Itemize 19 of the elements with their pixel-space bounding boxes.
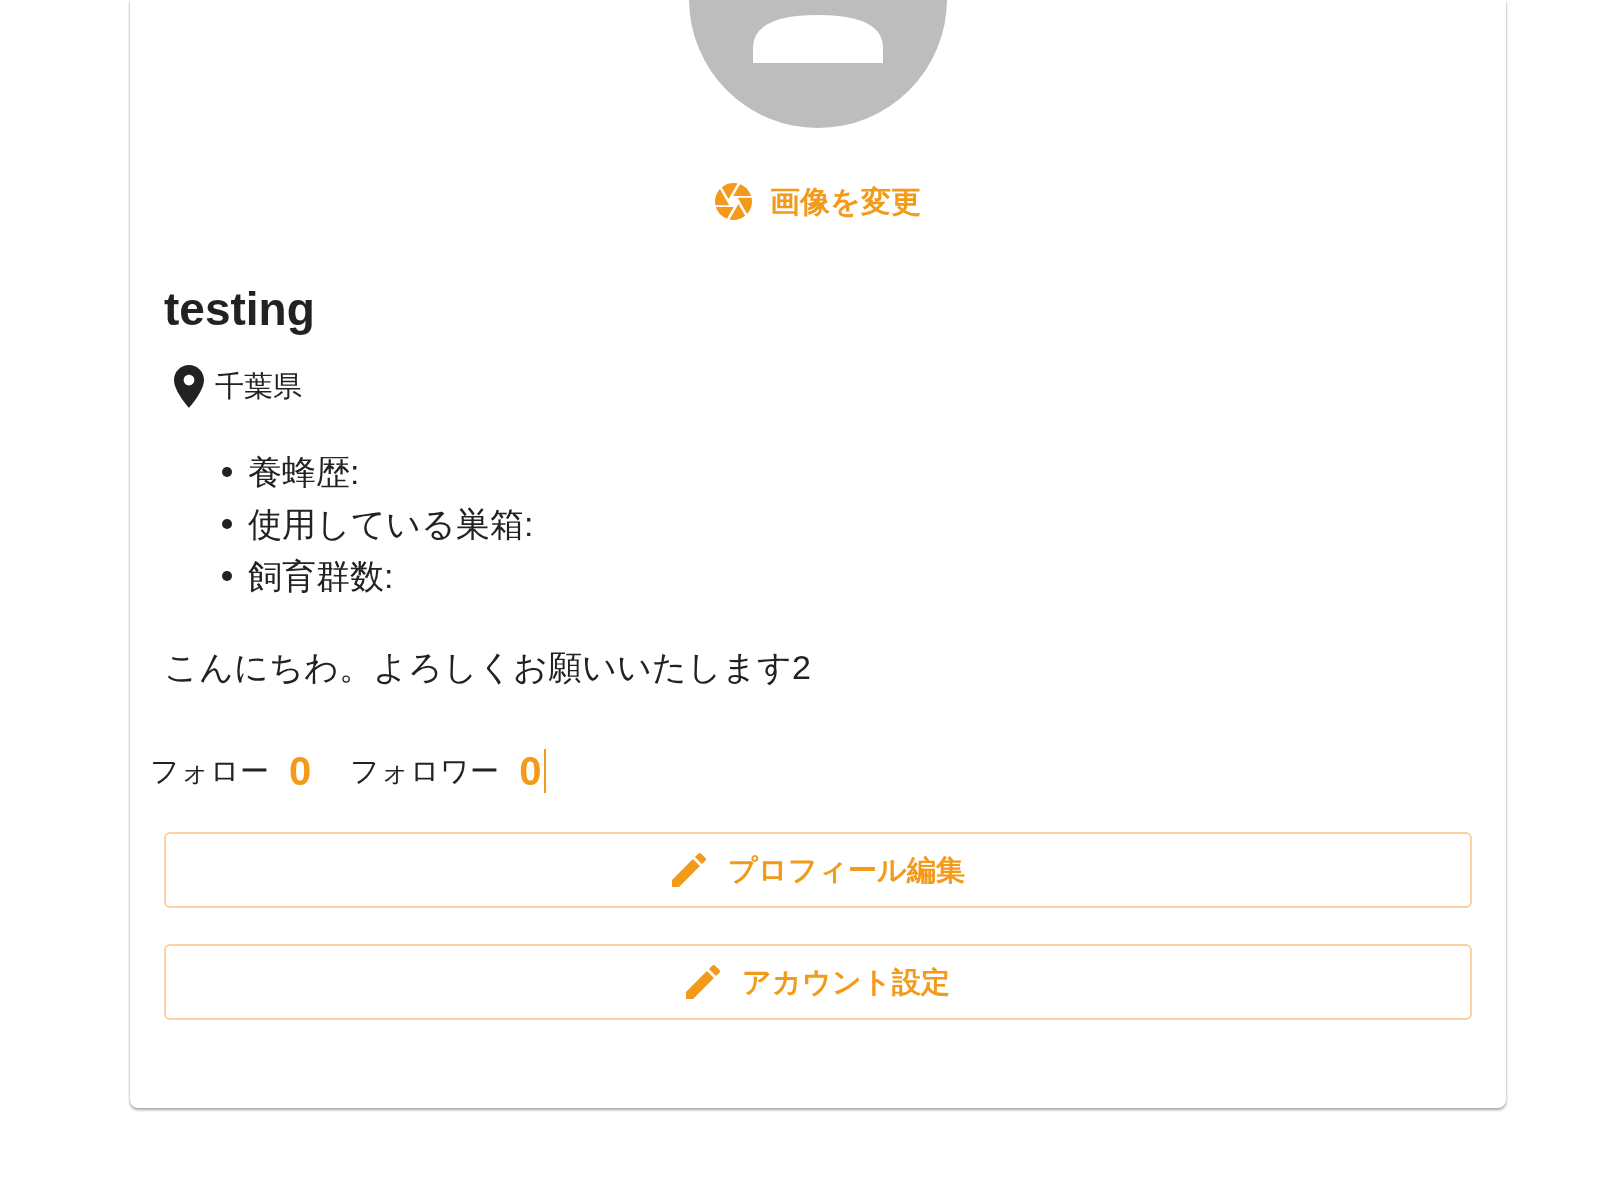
stat-count[interactable]: 0 (289, 751, 312, 791)
stat-label: フォロワー (350, 756, 500, 786)
stat-label: フォロー (150, 756, 269, 786)
outlined-button[interactable]: アカウント設定 (164, 944, 1472, 1020)
bullet-icon (222, 519, 232, 529)
detail-label: 使用している巣箱: (248, 507, 534, 541)
pencil-icon (686, 965, 720, 999)
outlined-button[interactable]: プロフィール編集 (164, 832, 1472, 908)
detail-label: 養蜂歴: (248, 455, 360, 489)
change-image-link[interactable]: 画像を変更 (715, 183, 921, 220)
location-pin-icon (174, 365, 204, 408)
bio-text: こんにちわ。よろしくお願いいたします2 (164, 647, 811, 688)
stat-count[interactable]: 0 (519, 751, 542, 791)
camera-aperture-icon (715, 183, 752, 220)
location-text: 千葉県 (215, 372, 302, 401)
pencil-icon (671, 853, 706, 887)
detail-label: 飼育群数: (248, 559, 394, 593)
bullet-icon (222, 571, 232, 581)
bullet-icon (222, 467, 232, 477)
